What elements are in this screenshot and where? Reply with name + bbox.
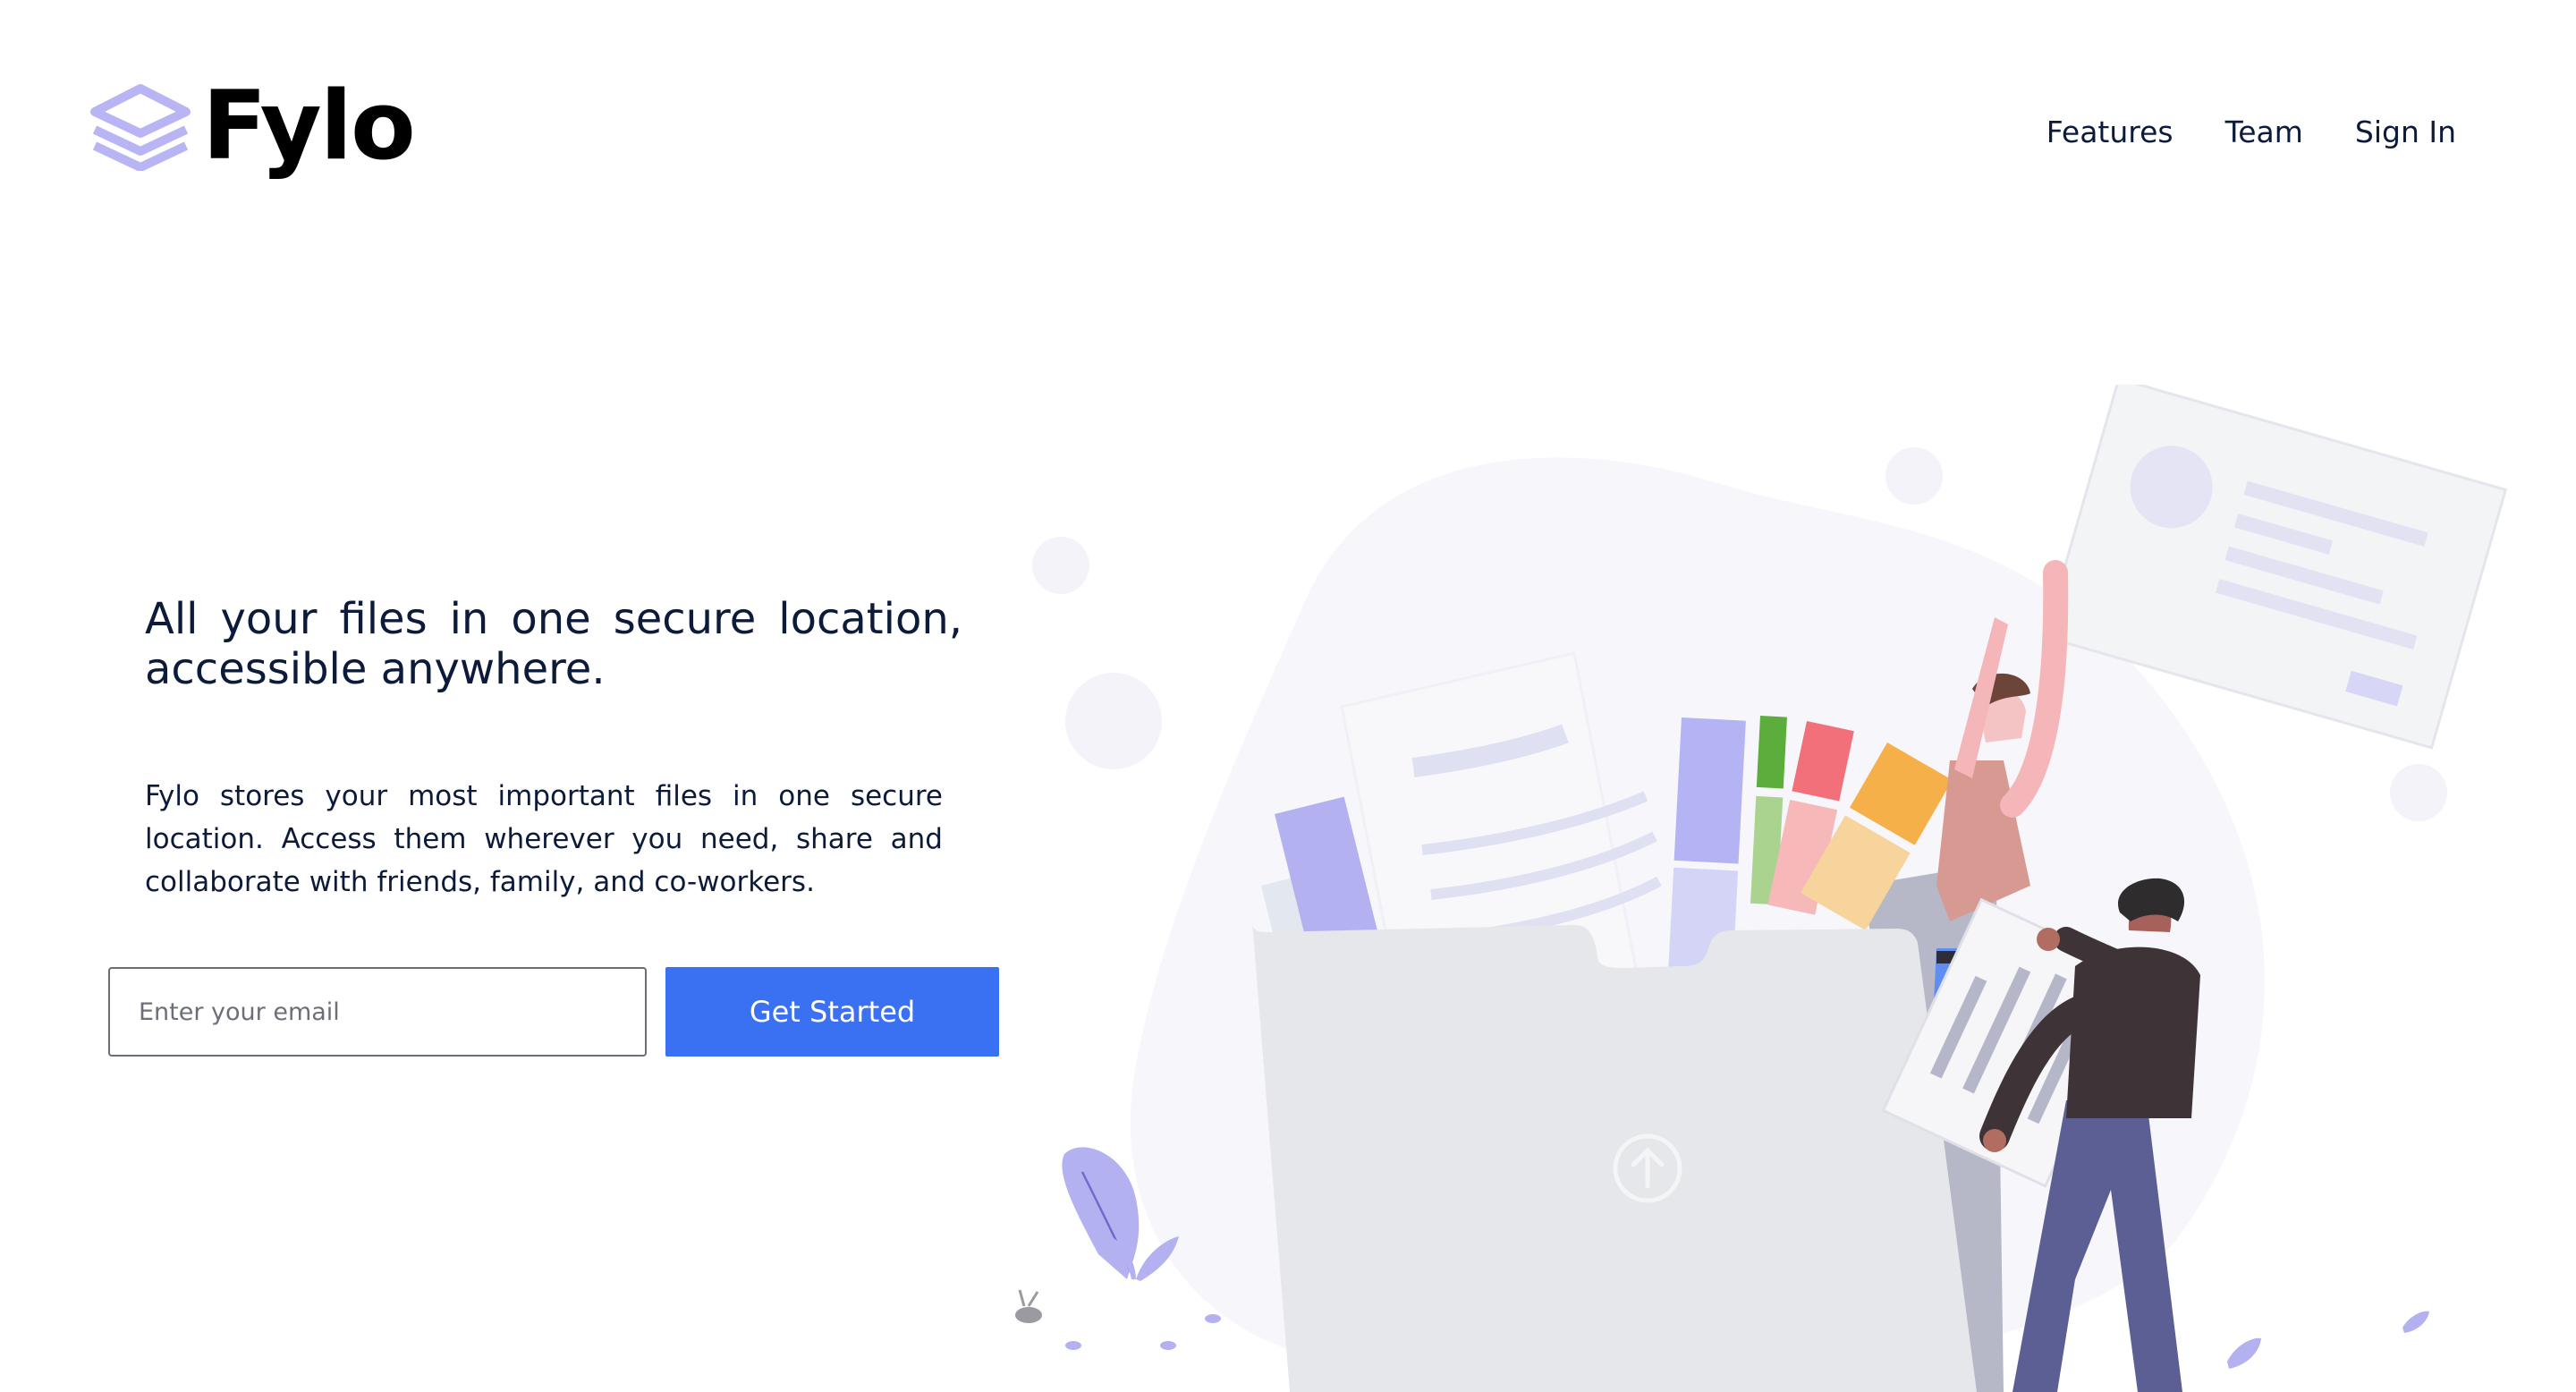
hero-illustration bbox=[1015, 385, 2508, 1392]
decor-circle bbox=[1065, 673, 1162, 769]
nav-link-sign-in[interactable]: Sign In bbox=[2355, 115, 2456, 149]
get-started-button[interactable]: Get Started bbox=[665, 967, 999, 1057]
logo[interactable]: Fylo bbox=[88, 71, 416, 181]
hero-headline: All your files in one secure location, a… bbox=[145, 594, 962, 694]
signup-form: Get Started bbox=[108, 967, 999, 1057]
leaf-decoration bbox=[2227, 1337, 2261, 1369]
decor-circle bbox=[2390, 764, 2447, 821]
hero-description: Fylo stores your most important files in… bbox=[145, 780, 943, 898]
site-header: Fylo Features Team Sign In bbox=[0, 0, 2576, 233]
decor-circle bbox=[1885, 447, 1943, 505]
logo-wordmark: Fylo bbox=[202, 71, 416, 181]
leaf-decoration bbox=[2402, 1311, 2429, 1333]
decor-circle bbox=[1032, 537, 1089, 594]
stacked-layers-icon bbox=[90, 84, 191, 171]
email-input[interactable] bbox=[108, 967, 647, 1057]
folder-front bbox=[1252, 921, 1977, 1392]
nav-link-features[interactable]: Features bbox=[2046, 115, 2174, 149]
nav-link-team[interactable]: Team bbox=[2225, 115, 2303, 149]
main-nav: Features Team Sign In bbox=[2046, 115, 2456, 149]
hero-section: All your files in one secure location, a… bbox=[145, 594, 962, 904]
